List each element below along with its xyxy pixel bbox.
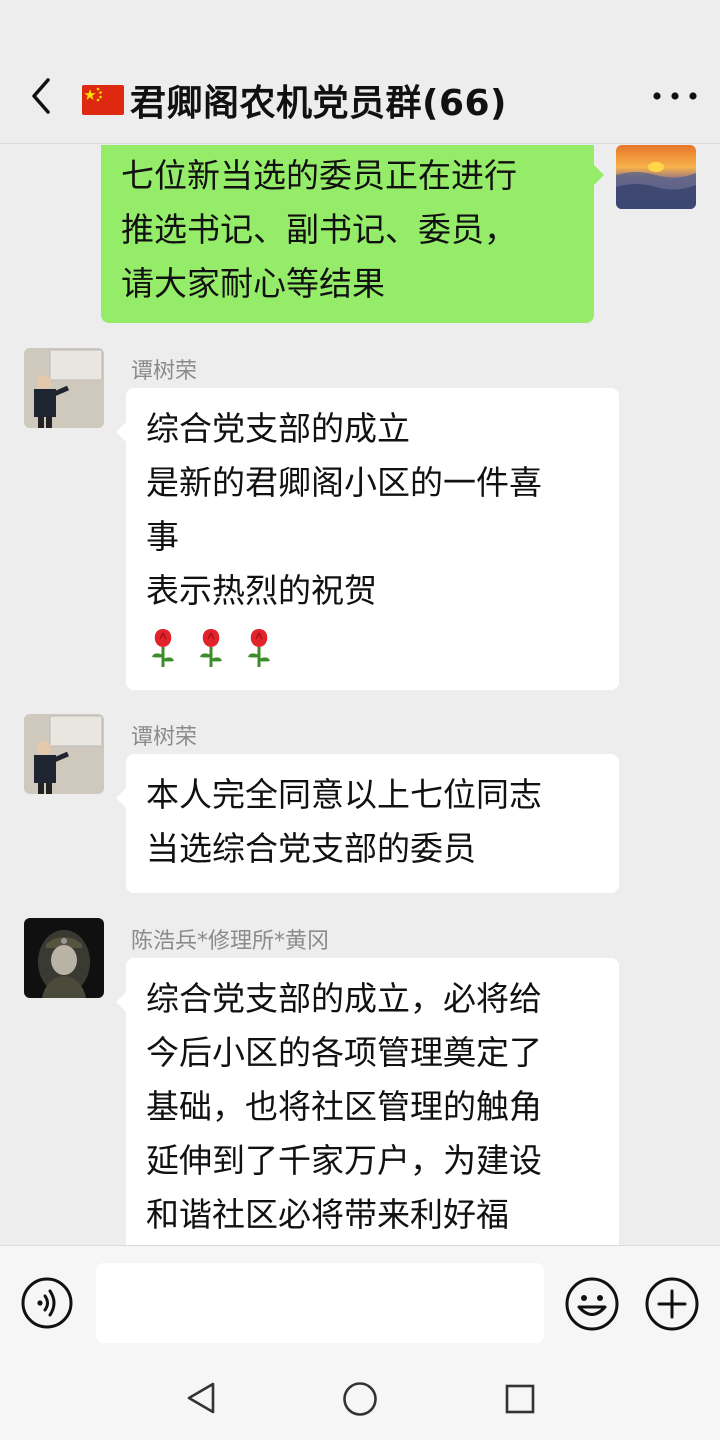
man-portrait-avatar-image (24, 714, 104, 794)
incoming-message-bubble[interactable]: 综合党支部的成立 是新的君卿阁小区的一件喜 事 表示热烈的祝贺 (116, 388, 619, 690)
message-text-line: 基础，也将社区管理的触角 (146, 1087, 542, 1126)
message-text-line: 表示热烈的祝贺 (146, 571, 377, 610)
sender-avatar[interactable] (24, 714, 104, 794)
more-options-button[interactable] (648, 76, 702, 116)
nav-recents-button[interactable] (503, 1382, 537, 1416)
emoji-row (146, 620, 599, 674)
message-text-line: 和谐社区必将带来利好福 (146, 1195, 509, 1234)
chat-title-group: 君卿阁农机党员群(66) (82, 74, 507, 126)
message-text-line: 延伸到了千家万户，为建设 (146, 1141, 542, 1180)
rose-icon (200, 629, 222, 667)
nav-home-button[interactable] (341, 1380, 379, 1418)
message-text-line: 今后小区的各项管理奠定了 (146, 1033, 542, 1072)
voice-icon (21, 1277, 73, 1329)
rose-icon (248, 629, 270, 667)
smiley-icon (565, 1277, 619, 1331)
triangle-back-icon (187, 1382, 215, 1414)
message-text-line: 当选综合党支部的委员 (146, 829, 476, 868)
message-text-line: 推选书记、副书记、委员， (121, 210, 517, 249)
sender-avatar[interactable] (24, 348, 104, 428)
voice-input-button[interactable] (20, 1276, 74, 1330)
incoming-message-bubble[interactable]: 本人完全同意以上七位同志 当选综合党支部的委员 (116, 754, 619, 893)
message-text-line: 综合党支部的成立，必将给 (146, 979, 542, 1018)
message-text-line: 请大家耐心等结果 (121, 264, 385, 303)
message-text-line: 综合党支部的成立 (146, 409, 410, 448)
sunrise-avatar-image (616, 145, 696, 209)
chat-title: 君卿阁农机党员群(66) (130, 83, 508, 124)
sender-name: 陈浩兵*修理所*黄冈 (131, 929, 330, 954)
nav-back-button[interactable] (183, 1380, 219, 1416)
system-navigation-bar (0, 1358, 720, 1440)
message-text-line: 七位新当选的委员正在进行 (121, 156, 517, 195)
status-bar (0, 0, 720, 48)
plus-circle-icon (645, 1277, 699, 1331)
message-input-bar (0, 1245, 720, 1358)
soldier-portrait-avatar-image (24, 918, 104, 998)
self-avatar[interactable] (616, 145, 696, 209)
emoji-button[interactable] (564, 1276, 620, 1332)
incoming-message-bubble[interactable]: 综合党支部的成立，必将给 今后小区的各项管理奠定了 基础，也将社区管理的触角 延… (116, 958, 619, 1245)
outgoing-message-bubble[interactable]: 七位新当选的委员正在进行 推选书记、副书记、委员， 请大家耐心等结果 (101, 145, 604, 323)
square-recents-icon (505, 1384, 535, 1414)
circle-home-icon (343, 1382, 377, 1416)
sender-avatar[interactable] (24, 918, 104, 998)
message-list[interactable]: 七位新当选的委员正在进行 推选书记、副书记、委员， 请大家耐心等结果 谭树荣 综… (0, 145, 720, 1245)
back-button[interactable] (22, 74, 62, 118)
rose-icon (152, 629, 174, 667)
chat-header: 君卿阁农机党员群(66) (0, 48, 720, 144)
man-portrait-avatar-image (24, 348, 104, 428)
sender-name: 谭树荣 (131, 725, 198, 750)
message-input[interactable] (96, 1263, 544, 1343)
message-text-line: 是新的君卿阁小区的一件喜 (146, 463, 542, 502)
more-horizontal-icon (653, 92, 697, 100)
more-functions-button[interactable] (644, 1276, 700, 1332)
chevron-left-icon (32, 78, 50, 114)
sender-name: 谭树荣 (131, 359, 198, 384)
message-text-line: 事 (146, 517, 179, 556)
china-flag-icon (82, 85, 124, 115)
message-text-line: 本人完全同意以上七位同志 (146, 775, 542, 814)
